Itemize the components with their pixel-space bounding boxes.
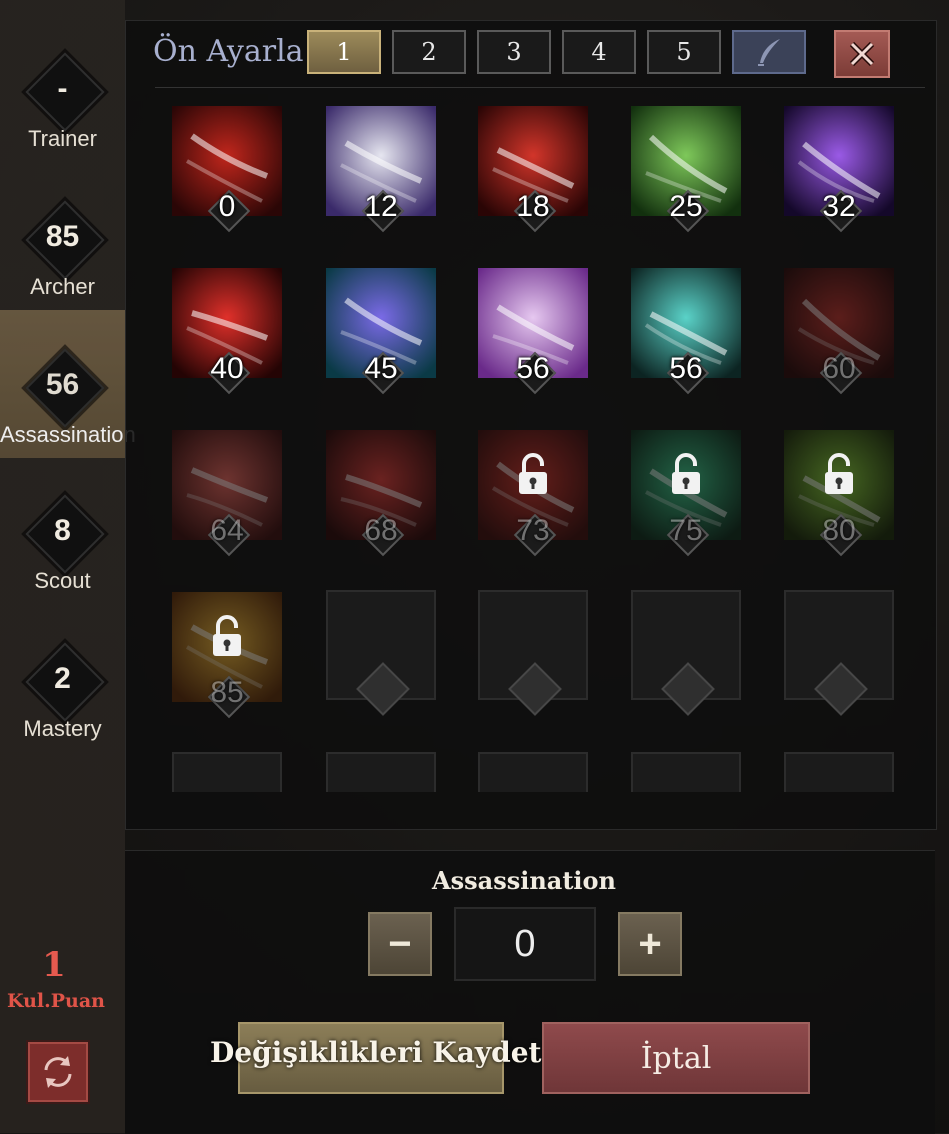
skill-tree-scout[interactable]: 8 Scout [0, 456, 125, 604]
skill-required-level: 75 [669, 514, 703, 547]
close-button[interactable] [834, 30, 890, 78]
empty-skill-slot [631, 590, 741, 716]
skill-slot[interactable]: 25 [631, 106, 741, 233]
editor-title: Assassination [432, 866, 616, 895]
skill-required-level: 64 [210, 514, 244, 547]
preset-button-5[interactable]: 5 [647, 30, 721, 74]
tree-label: Archer [30, 274, 95, 299]
skill-tree-assassination[interactable]: 56 Assassination [0, 310, 136, 458]
skill-required-level: 85 [210, 676, 244, 709]
tree-label: Scout [34, 568, 91, 593]
preset-button-2[interactable]: 2 [392, 30, 466, 74]
skill-points-value: 1 [42, 945, 66, 985]
empty-skill-slot [326, 590, 436, 716]
lock-icon [672, 453, 700, 494]
edit-preset-button[interactable] [732, 30, 806, 74]
skill-points-label: Kul.Puan [7, 990, 105, 1012]
skill-slot[interactable]: 32 [784, 106, 894, 233]
skill-slot[interactable]: 56 [478, 268, 588, 395]
partial-skill-slot [631, 752, 741, 792]
skill-required-level: 56 [516, 352, 550, 385]
skill-required-level: 80 [822, 514, 856, 547]
partial-skill-slot [784, 752, 894, 792]
tree-level: 8 [54, 514, 71, 547]
skill-slot[interactable]: 80 [784, 430, 894, 557]
skill-required-level: 56 [669, 352, 703, 385]
lock-icon [825, 453, 853, 494]
skill-required-level: 0 [218, 190, 236, 223]
tree-level: - [57, 72, 68, 105]
skill-tree-trainer[interactable]: - Trainer [0, 14, 125, 162]
skill-slot[interactable]: 18 [478, 106, 588, 233]
lock-icon [519, 453, 547, 494]
tree-label: Assassination [0, 422, 136, 447]
skill-required-level: 40 [210, 352, 244, 385]
tree-level: 56 [45, 368, 80, 401]
lock-icon [213, 615, 241, 656]
partial-skill-slot [326, 752, 436, 792]
skill-required-level: 25 [669, 190, 703, 223]
empty-skill-slot [784, 590, 894, 716]
cancel-button[interactable]: İptal [542, 1022, 810, 1094]
skill-slot[interactable]: 60 [784, 268, 894, 395]
skill-slot[interactable]: 85 [172, 592, 282, 719]
skill-required-level: 32 [822, 190, 856, 223]
skill-slot[interactable]: 0 [172, 106, 282, 233]
skill-slot[interactable]: 73 [478, 430, 588, 557]
skill-slot[interactable]: 40 [172, 268, 282, 395]
skill-slot[interactable]: 45 [326, 268, 436, 395]
skill-required-level: 18 [516, 190, 550, 223]
skill-required-level: 12 [364, 190, 398, 223]
tree-level: 2 [54, 662, 71, 695]
tree-label: Trainer [28, 126, 97, 151]
skill-tree-mastery[interactable]: 2 Mastery [0, 604, 125, 752]
skill-slot[interactable]: 68 [326, 430, 436, 557]
header-divider [155, 87, 925, 88]
skill-slot[interactable]: 12 [326, 106, 436, 233]
close-icon [849, 41, 875, 67]
skill-tree-archer[interactable]: 85 Archer [0, 162, 125, 310]
partial-skill-slot [478, 752, 588, 792]
preset-button-3[interactable]: 3 [477, 30, 551, 74]
reset-button[interactable] [26, 1040, 90, 1104]
presets-label: Ön Ayarla [153, 34, 304, 69]
decrement-button[interactable]: − [368, 912, 432, 976]
refresh-icon [44, 1056, 72, 1088]
tree-label: Mastery [23, 716, 102, 741]
points-input[interactable]: 0 [454, 907, 596, 981]
empty-skill-slot [478, 590, 588, 716]
quill-icon [758, 39, 780, 66]
increment-button[interactable]: + [618, 912, 682, 976]
skill-required-level: 60 [822, 352, 856, 385]
partial-skill-slot [172, 752, 282, 792]
save-changes-label: Değişiklikleri Kaydet [210, 1036, 542, 1069]
skill-slot[interactable]: 56 [631, 268, 741, 395]
skill-slot[interactable]: 64 [172, 430, 282, 557]
skill-required-level: 68 [364, 514, 398, 547]
tree-level: 85 [45, 220, 80, 253]
skill-required-level: 73 [516, 514, 550, 547]
skill-required-level: 45 [364, 352, 398, 385]
preset-button-4[interactable]: 4 [562, 30, 636, 74]
skill-slot[interactable]: 75 [631, 430, 741, 557]
preset-button-1[interactable]: 1 [307, 30, 381, 74]
